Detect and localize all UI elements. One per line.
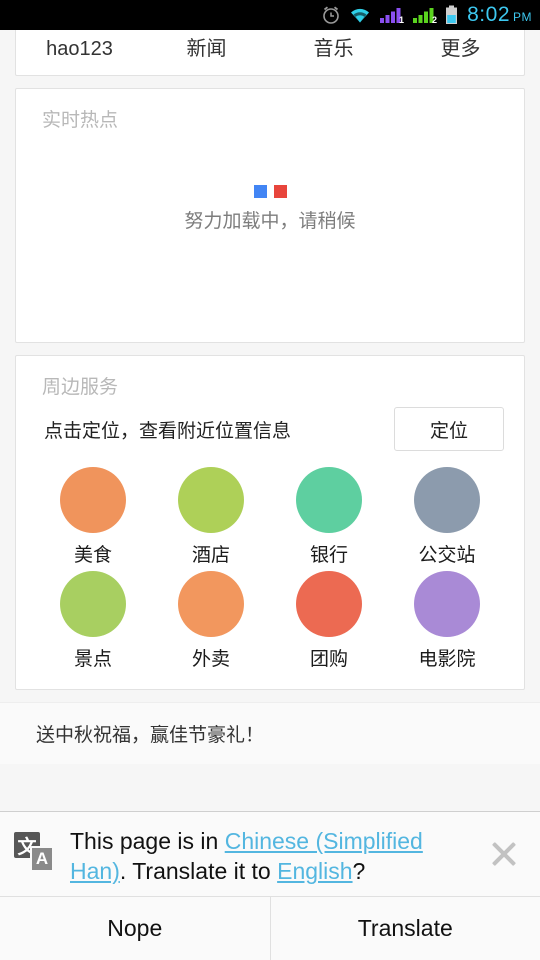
- translate-actions: Nope Translate: [0, 896, 540, 960]
- tile-label: 公交站: [418, 545, 476, 566]
- tile-label: 电影院: [418, 649, 476, 670]
- nav-item-music[interactable]: 音乐: [270, 39, 397, 67]
- svg-text:1: 1: [399, 15, 404, 24]
- loading-text: 努力加载中，请稍候: [184, 211, 356, 232]
- svg-text:2: 2: [432, 15, 437, 24]
- message-suffix: ?: [352, 858, 366, 884]
- target-language-link[interactable]: English: [277, 858, 352, 884]
- tile-label: 美食: [73, 545, 112, 566]
- takeout-icon: [178, 571, 244, 637]
- bank-icon: [296, 467, 362, 533]
- nearby-tile-takeout[interactable]: 外卖: [152, 571, 270, 671]
- translate-message: This page is in Chinese (Simplified Han)…: [56, 826, 476, 886]
- wifi-icon: [351, 8, 370, 23]
- translate-icon-glyph-en: A: [30, 846, 54, 872]
- attractions-icon: [60, 571, 126, 637]
- hotspots-loading: 努力加载中，请稍候: [16, 185, 524, 233]
- translate-message-row: 文 A This page is in Chinese (Simplified …: [0, 812, 540, 896]
- nearby-tile-attractions[interactable]: 景点: [34, 571, 152, 671]
- promo-text: 送中秋祝福，赢佳节豪礼！: [36, 725, 265, 746]
- phone-screen: 1 2 8:02 PM hao123 新闻 音乐 更多 实时热点 努力加载中，请…: [0, 0, 540, 960]
- nearby-tile-bus-stop[interactable]: 公交站: [388, 467, 506, 567]
- translate-infobar: 文 A This page is in Chinese (Simplified …: [0, 811, 540, 960]
- signal-1-icon: 1: [380, 8, 404, 24]
- spinner-square-blue: [253, 185, 267, 198]
- clock-time: 8:02: [467, 3, 510, 26]
- status-bar-clock: 8:02 PM: [467, 3, 532, 27]
- nearby-tile-groupon[interactable]: 团购: [270, 571, 388, 671]
- tile-label: 酒店: [191, 545, 230, 566]
- food-icon: [60, 467, 126, 533]
- message-prefix: This page is in: [70, 828, 225, 854]
- close-icon[interactable]: [476, 826, 532, 882]
- nearby-tile-bank[interactable]: 银行: [270, 467, 388, 567]
- status-bar: 1 2 8:02 PM: [0, 0, 540, 30]
- nearby-tile-food[interactable]: 美食: [34, 467, 152, 567]
- loading-spinner-icon: [253, 185, 287, 198]
- translate-icon: 文 A: [14, 832, 56, 874]
- nav-item-news[interactable]: 新闻: [143, 39, 270, 67]
- hotspots-card: 实时热点 努力加载中，请稍候: [15, 88, 525, 343]
- hotspots-card-title: 实时热点: [42, 110, 119, 131]
- cinema-icon: [414, 571, 480, 637]
- nearby-card-title: 周边服务: [42, 377, 119, 398]
- nav-item-hao123[interactable]: hao123: [16, 39, 143, 67]
- hotel-icon: [178, 467, 244, 533]
- nearby-tiles-grid: 美食 酒店 银行 公交站 景点 外卖 团购 电影院: [16, 451, 524, 689]
- battery-icon: [446, 5, 458, 24]
- tile-label: 银行: [309, 545, 348, 566]
- nearby-services-card: 周边服务 点击定位，查看附近位置信息 定位 美食 酒店 银行 公交站 景点 外卖…: [15, 355, 525, 690]
- decline-translate-button[interactable]: Nope: [0, 897, 270, 960]
- nav-item-more[interactable]: 更多: [397, 39, 524, 67]
- message-middle: . Translate it to: [119, 858, 278, 884]
- nearby-prompt: 点击定位，查看附近位置信息: [44, 420, 292, 442]
- clock-ampm: PM: [513, 10, 532, 24]
- nearby-tile-hotel[interactable]: 酒店: [152, 467, 270, 567]
- tile-label: 外卖: [191, 649, 230, 670]
- accept-translate-button[interactable]: Translate: [270, 897, 540, 960]
- spinner-square-red: [273, 185, 287, 198]
- tile-label: 团购: [309, 649, 348, 670]
- alarm-clock-icon: [323, 6, 339, 24]
- tile-label: 景点: [73, 649, 112, 670]
- nearby-locate-row: 点击定位，查看附近位置信息 定位: [16, 399, 524, 451]
- promo-banner[interactable]: 送中秋祝福，赢佳节豪礼！: [0, 702, 540, 764]
- bus-stop-icon: [414, 467, 480, 533]
- nearby-tile-cinema[interactable]: 电影院: [388, 571, 506, 671]
- locate-button[interactable]: 定位: [394, 407, 504, 451]
- signal-2-icon: 2: [413, 8, 437, 24]
- groupon-icon: [296, 571, 362, 637]
- site-nav: hao123 新闻 音乐 更多: [15, 30, 525, 76]
